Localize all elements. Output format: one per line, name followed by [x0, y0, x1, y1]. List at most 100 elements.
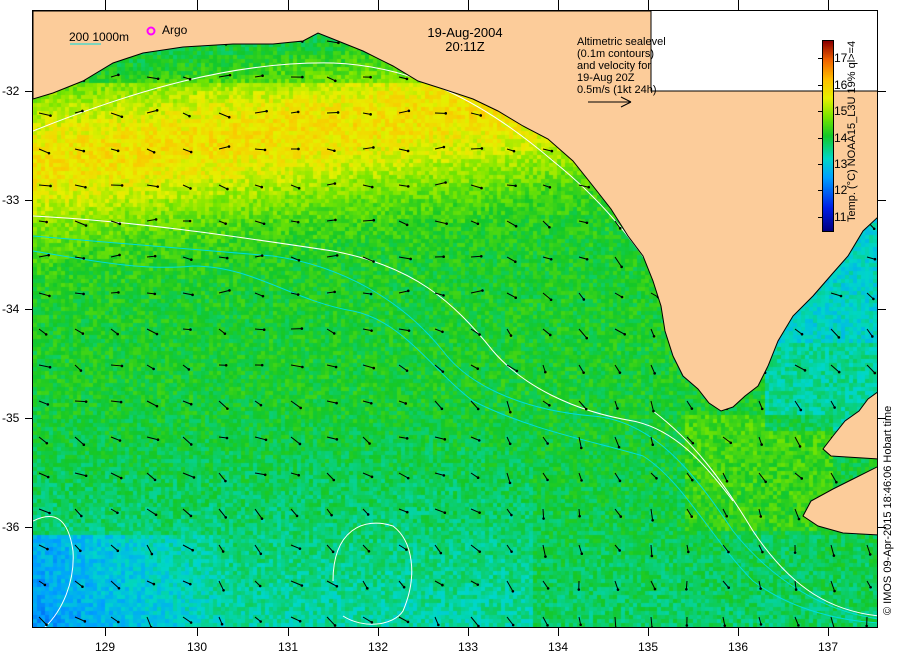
- velocity-arrow: [146, 148, 156, 154]
- velocity-arrow: [542, 472, 549, 482]
- velocity-arrow: [146, 254, 157, 258]
- velocity-arrow: [326, 76, 337, 83]
- velocity-arrow: [614, 616, 617, 627]
- velocity-arrow: [830, 616, 835, 627]
- velocity-arrow: [830, 364, 841, 374]
- velocity-arrow: [506, 544, 513, 553]
- velocity-arrow: [182, 508, 193, 518]
- velocity-arrow: [722, 544, 730, 554]
- velocity-arrow: [254, 472, 267, 477]
- velocity-arrow: [74, 292, 85, 296]
- velocity-arrow: [614, 256, 623, 269]
- velocity-arrow: [686, 544, 690, 554]
- velocity-arrow: [470, 508, 481, 514]
- velocity-arrow: [110, 148, 120, 153]
- velocity-arrow: [794, 616, 800, 627]
- velocity-arrow: [650, 472, 658, 480]
- velocity-arrow: [110, 580, 121, 590]
- velocity-arrow: [758, 436, 763, 446]
- velocity-arrow: [38, 400, 50, 406]
- velocity-arrow: [542, 292, 553, 302]
- velocity-arrow: [38, 436, 49, 445]
- velocity-arrow: [830, 400, 836, 409]
- velocity-arrow: [398, 544, 408, 551]
- velocity-arrow: [650, 508, 654, 522]
- velocity-arrow: [146, 109, 159, 114]
- velocity-arrow: [506, 436, 512, 446]
- velocity-arrow: [470, 364, 480, 370]
- velocity-arrow: [794, 508, 801, 521]
- velocity-arrow: [110, 544, 120, 553]
- velocity-arrow: [542, 400, 551, 407]
- velocity-arrow: [74, 400, 88, 403]
- credit-text: © IMOS 09-Apr-2015 18:46:06 Hobart time: [882, 405, 894, 615]
- velocity-arrow: [614, 400, 619, 410]
- velocity-arrow: [758, 472, 767, 484]
- velocity-arrow: [542, 508, 545, 520]
- map-time: 20:11Z: [445, 39, 485, 54]
- velocity-arrow: [362, 616, 374, 624]
- velocity-arrow: [542, 616, 549, 627]
- lon-tick-mark: [288, 0, 289, 10]
- velocity-arrow: [218, 328, 227, 335]
- velocity-arrow: [182, 400, 193, 406]
- lon-tick-mark: [558, 0, 559, 10]
- velocity-arrow: [182, 292, 194, 297]
- velocity-arrow: [326, 400, 338, 405]
- velocity-arrow: [434, 508, 447, 515]
- velocity-arrow: [38, 220, 48, 224]
- contour-line: [33, 215, 734, 502]
- velocity-arrow: [254, 109, 268, 114]
- velocity-arrow: [182, 544, 194, 552]
- lon-tick-mark: [288, 628, 289, 636]
- velocity-arrow: [290, 75, 304, 79]
- velocity-arrow: [506, 616, 515, 627]
- velocity-arrow: [326, 364, 338, 369]
- velocity-arrow: [398, 328, 411, 332]
- velocity-arrow: [110, 364, 124, 368]
- velocity-arrow: [326, 182, 337, 186]
- lat-tick-mark: [878, 200, 886, 201]
- velocity-arrow: [830, 292, 843, 298]
- velocity-arrow: [398, 364, 409, 372]
- velocity-arrow: [326, 148, 336, 153]
- lon-tick-mark: [738, 628, 739, 636]
- velocity-arrow: [74, 580, 84, 588]
- velocity-arrow: [38, 544, 49, 551]
- velocity-arrow: [290, 400, 303, 410]
- velocity-arrow: [434, 181, 447, 186]
- lon-tick-mark: [468, 628, 469, 636]
- lon-tick-mark: [558, 628, 559, 636]
- velocity-arrow: [146, 472, 157, 482]
- velocity-arrow: [398, 472, 410, 480]
- velocity-arrow: [578, 220, 589, 225]
- lat-tick-label: -32: [2, 84, 20, 98]
- velocity-arrow: [362, 256, 375, 263]
- velocity-arrow: [74, 616, 87, 623]
- velocity-arrow: [722, 616, 727, 627]
- velocity-arrow: [794, 436, 802, 448]
- velocity-arrow: [722, 580, 731, 589]
- velocity-arrow: [218, 184, 229, 191]
- lon-tick-label: 130: [186, 640, 208, 654]
- velocity-arrow: [182, 616, 193, 624]
- velocity-arrow: [182, 219, 192, 223]
- velocity-arrow: [470, 544, 482, 553]
- velocity-arrow: [578, 616, 582, 627]
- velocity-arrow: [650, 328, 656, 338]
- velocity-arrow: [38, 364, 52, 369]
- land: [33, 11, 877, 536]
- velocity-arrow: [398, 220, 409, 227]
- sst-map: 200 1000m Argo 19-Aug-2004 20:11Z Altime…: [32, 10, 878, 628]
- velocity-arrow: [254, 184, 264, 189]
- velocity-arrow: [110, 220, 122, 226]
- velocity-arrow: [74, 184, 87, 189]
- velocity-arrow: [398, 508, 409, 514]
- velocity-arrow: [758, 616, 763, 626]
- velocity-arrow: [578, 364, 585, 374]
- velocity-arrow: [866, 544, 872, 556]
- velocity-arrow: [254, 436, 268, 442]
- velocity-arrow: [614, 508, 623, 518]
- velocity-arrow: [110, 616, 120, 624]
- velocity-arrow: [182, 256, 193, 262]
